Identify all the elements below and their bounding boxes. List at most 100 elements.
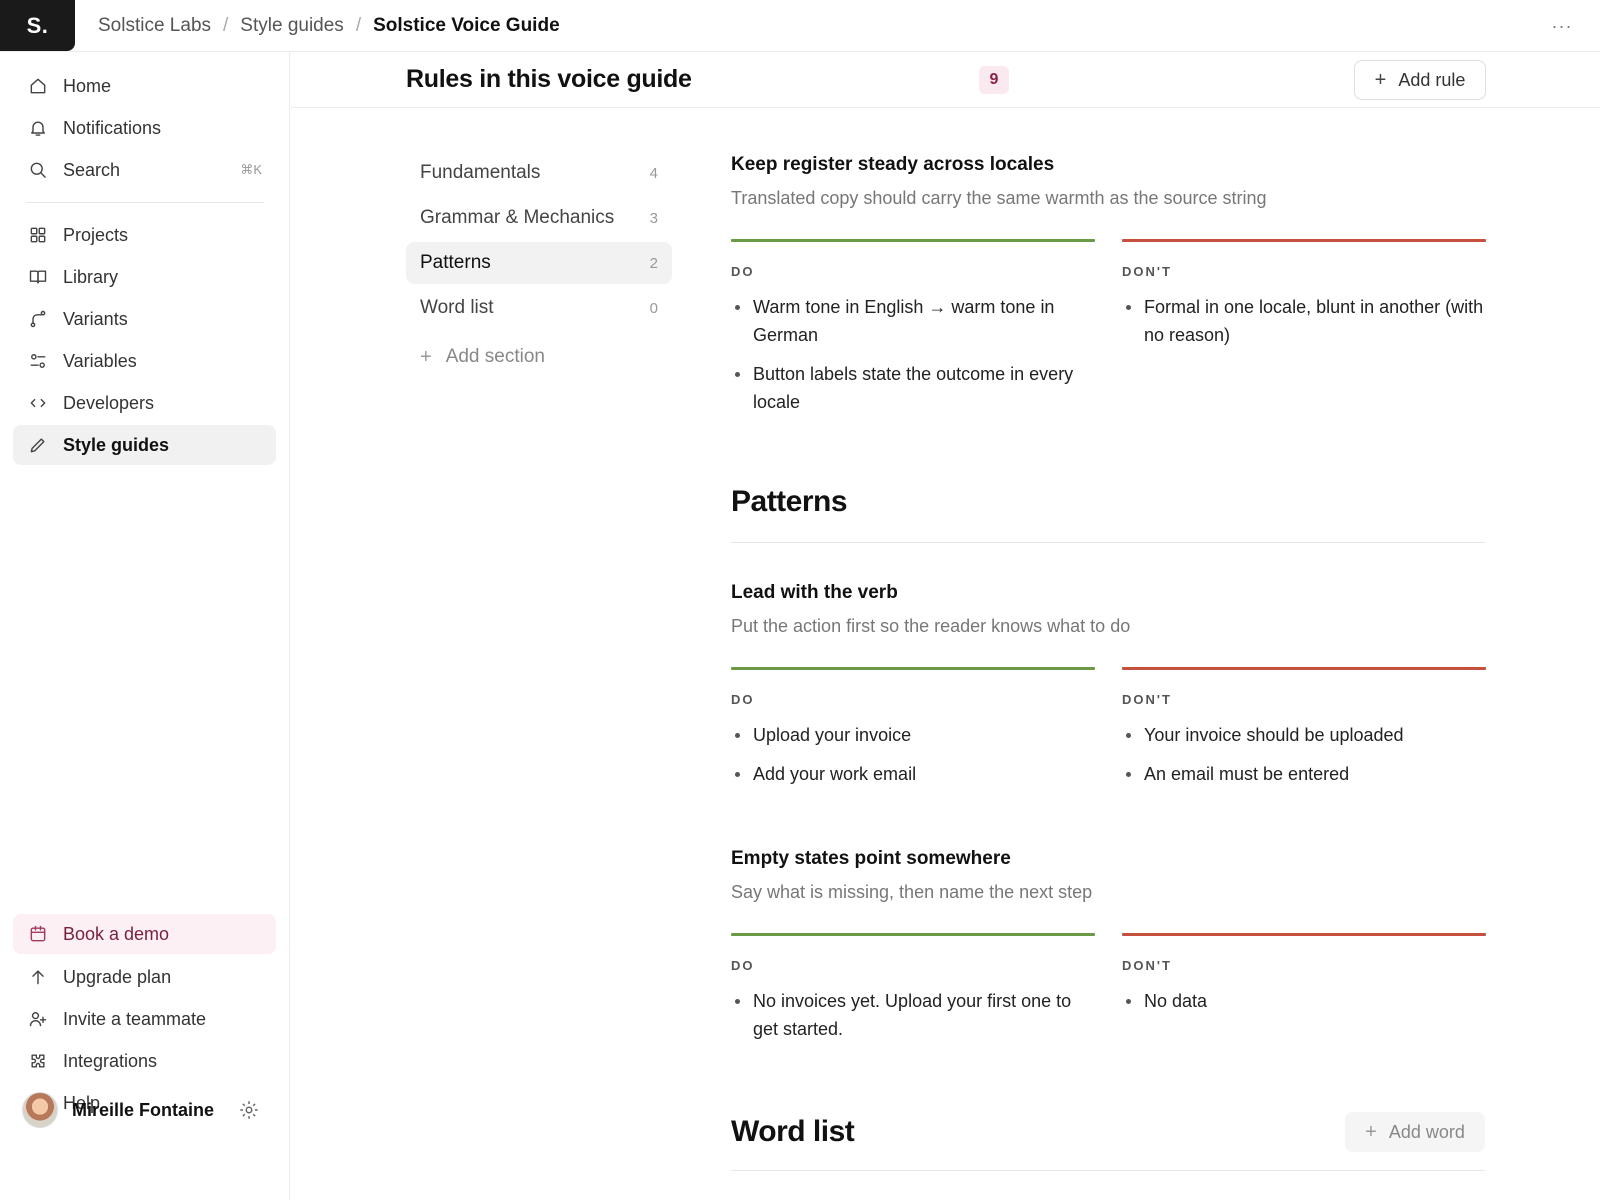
sidebar-item-upgrade-plan[interactable]: Upgrade plan [13, 957, 276, 997]
branch-icon [27, 308, 49, 330]
rule-title: Keep register steady across locales [731, 154, 1055, 175]
sidebar-item-label: Library [63, 266, 119, 287]
do-accent-bar [731, 239, 1095, 242]
bell-icon [27, 117, 49, 139]
breadcrumb-current: Solstice Voice Guide [373, 15, 560, 36]
rule-subtitle: Translated copy should carry the same wa… [731, 188, 1267, 208]
rule-do-column: DO Warm tone in English → warm tone in G… [731, 239, 1095, 427]
section-heading-patterns: Patterns [731, 485, 848, 518]
do-accent-bar [731, 667, 1095, 670]
code-icon [27, 392, 49, 414]
sidebar-item-variables[interactable]: Variables [13, 341, 276, 381]
section-nav-fundamentals[interactable]: Fundamentals 4 [406, 152, 672, 194]
workspace-logo[interactable]: S. [0, 0, 75, 51]
rule-do-column: DO No invoices yet. Upload your first on… [731, 933, 1095, 1054]
sidebar-item-label: Upgrade plan [63, 966, 172, 987]
plus-icon: + [1365, 1120, 1377, 1143]
sidebar-item-home[interactable]: Home [13, 66, 276, 106]
breadcrumb-org[interactable]: Solstice Labs [98, 15, 211, 37]
sidebar-item-label: Developers [63, 392, 155, 413]
sidebar-item-book-demo[interactable]: Book a demo [13, 914, 276, 954]
do-example: No invoices yet. Upload your first one t… [731, 987, 1095, 1043]
section-divider [731, 1170, 1485, 1171]
page-title: Rules in this voice guide [406, 65, 692, 93]
breadcrumb-separator: / [355, 15, 362, 36]
sidebar-item-label: Variables [63, 350, 137, 371]
rule-dont-column: DON'T Your invoice should be uploaded An… [1122, 667, 1486, 799]
add-section-label: Add section [445, 346, 545, 367]
search-shortcut: ⌘K [240, 162, 262, 177]
dont-accent-bar [1122, 933, 1486, 936]
dont-label: DON'T [1122, 692, 1172, 707]
search-icon [27, 159, 49, 181]
sidebar-item-label: Variants [63, 308, 128, 329]
add-rule-button[interactable]: + Add rule [1354, 60, 1486, 100]
sidebar-item-integrations[interactable]: Integrations [13, 1041, 276, 1081]
breadcrumb-style-guides[interactable]: Style guides [240, 15, 344, 37]
section-nav-patterns[interactable]: Patterns 2 [406, 242, 672, 284]
do-example: Upload your invoice [731, 721, 1095, 749]
section-nav-label: Fundamentals [420, 162, 541, 183]
rule-subtitle: Put the action first so the reader knows… [731, 616, 1131, 636]
do-example: Button labels state the outcome in every… [731, 360, 1095, 416]
add-word-button[interactable]: + Add word [1345, 1112, 1485, 1152]
dont-example: Formal in one locale, blunt in another (… [1122, 293, 1486, 349]
sidebar-item-search[interactable]: Search ⌘K [13, 150, 276, 190]
section-nav-word-list[interactable]: Word list 0 [406, 287, 672, 329]
sidebar-item-label: Notifications [63, 117, 162, 138]
rule-title: Lead with the verb [731, 582, 898, 603]
user-name: Mireille Fontaine [72, 1099, 215, 1120]
do-label: DO [731, 958, 755, 973]
user-profile[interactable]: Mireille Fontaine [22, 1090, 272, 1130]
sidebar-item-label: Projects [63, 224, 129, 245]
pencil-icon [27, 434, 49, 456]
section-nav-label: Patterns [420, 252, 491, 273]
sidebar-item-label: Invite a teammate [63, 1008, 207, 1029]
sidebar-item-notifications[interactable]: Notifications [13, 108, 276, 148]
section-nav-count: 3 [649, 209, 658, 227]
sidebar-item-variants[interactable]: Variants [13, 299, 276, 339]
more-horizontal-icon[interactable]: ··· [1548, 12, 1576, 40]
section-nav-count: 2 [649, 254, 658, 272]
do-example: Add your work email [731, 760, 1095, 788]
section-nav-label: Word list [420, 297, 494, 318]
sidebar-item-invite-teammate[interactable]: Invite a teammate [13, 999, 276, 1039]
section-nav-grammar-mechanics[interactable]: Grammar & Mechanics 3 [406, 197, 672, 239]
calendar-icon [27, 923, 49, 945]
dont-example: Your invoice should be uploaded [1122, 721, 1486, 749]
home-icon [27, 75, 49, 97]
do-example: Warm tone in English → warm tone in Germ… [731, 293, 1095, 349]
arrow-up-icon [27, 966, 49, 988]
dont-example: An email must be entered [1122, 760, 1486, 788]
section-nav-count: 4 [649, 164, 658, 182]
do-label: DO [731, 264, 755, 279]
rule-do-column: DO Upload your invoice Add your work ema… [731, 667, 1095, 799]
puzzle-icon [27, 1050, 49, 1072]
dont-accent-bar [1122, 239, 1486, 242]
add-word-label: Add word [1388, 1121, 1465, 1142]
user-plus-icon [27, 1008, 49, 1030]
sidebar: Home Notifications Search ⌘K Projects Li… [0, 52, 290, 1200]
gear-icon[interactable] [238, 1099, 260, 1121]
add-rule-label: Add rule [1398, 69, 1466, 90]
rule-dont-column: DON'T Formal in one locale, blunt in ano… [1122, 239, 1486, 360]
dont-accent-bar [1122, 667, 1486, 670]
section-nav-label: Grammar & Mechanics [420, 207, 615, 228]
sidebar-item-developers[interactable]: Developers [13, 383, 276, 423]
rule-count-badge: 9 [979, 66, 1009, 94]
rule-subtitle: Say what is missing, then name the next … [731, 882, 1093, 902]
sidebar-item-style-guides[interactable]: Style guides [13, 425, 276, 465]
section-divider [731, 542, 1485, 543]
sidebar-item-label: Search [63, 159, 121, 180]
book-icon [27, 266, 49, 288]
dont-label: DON'T [1122, 958, 1172, 973]
rule-title: Empty states point somewhere [731, 848, 1011, 869]
add-section-button[interactable]: + Add section [420, 342, 545, 372]
plus-icon: + [1374, 68, 1387, 91]
sidebar-item-label: Style guides [63, 434, 170, 455]
avatar[interactable] [22, 1092, 58, 1128]
sidebar-item-projects[interactable]: Projects [13, 215, 276, 255]
sidebar-item-library[interactable]: Library [13, 257, 276, 297]
section-heading-word-list: Word list [731, 1115, 855, 1148]
do-accent-bar [731, 933, 1095, 936]
